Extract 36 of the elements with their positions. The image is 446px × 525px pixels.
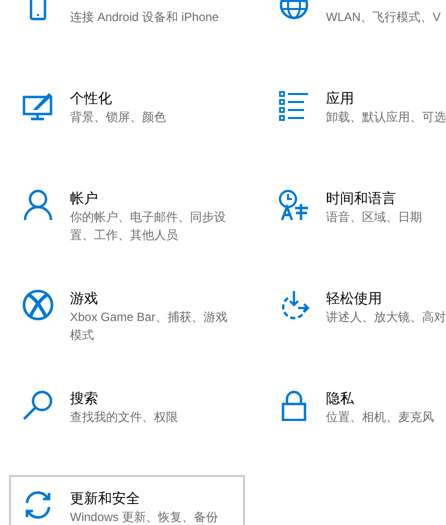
category-tile[interactable]: WLAN、飞行模式、V (265, 0, 446, 63)
category-tile[interactable]: 搜索 查找我的文件、权限 (9, 375, 245, 463)
category-tile[interactable]: 应用 卸载、默认应用、可选 (265, 75, 446, 163)
xbox-icon (22, 289, 54, 321)
list-icon (278, 89, 310, 121)
category-title: 搜索 (70, 389, 99, 408)
category-description: Xbox Game Bar、捕获、游戏模式 (70, 309, 228, 344)
category-description: 语音、区域、日期 (326, 209, 423, 226)
person-icon (22, 189, 54, 221)
category-tile[interactable]: 时间和语言 语音、区域、日期 (265, 175, 446, 263)
clock-icon (278, 189, 310, 221)
category-description: 讲述人、放大镜、高对 (326, 309, 446, 326)
category-description: Windows 更新、恢复、备份 (70, 509, 220, 525)
category-description: 查找我的文件、权限 (70, 409, 179, 426)
category-tile[interactable]: 游戏 Xbox Game Bar、捕获、游戏模式 (9, 275, 245, 363)
category-description: 连接 Android 设备和 iPhone (70, 9, 220, 26)
category-tile[interactable]: 连接 Android 设备和 iPhone (9, 0, 245, 63)
category-title: 游戏 (70, 289, 99, 308)
category-tile[interactable]: 个性化 背景、锁屏、颜色 (9, 75, 245, 163)
category-title: 时间和语言 (326, 189, 397, 208)
category-tile[interactable]: 更新和安全 Windows 更新、恢复、备份 (9, 475, 245, 525)
search-icon (22, 389, 54, 421)
category-tile[interactable]: 轻松使用 讲述人、放大镜、高对 (265, 275, 446, 363)
category-title: 轻松使用 (326, 289, 383, 308)
category-description: 位置、相机、麦克风 (326, 409, 435, 426)
category-title: 更新和安全 (70, 489, 141, 508)
category-title: 应用 (326, 89, 355, 108)
category-description: 卸载、默认应用、可选 (326, 109, 446, 126)
category-title: 帐户 (70, 189, 99, 208)
category-title: 个性化 (70, 89, 113, 108)
category-description: 背景、锁屏、颜色 (70, 109, 167, 126)
category-title: 隐私 (326, 389, 355, 408)
category-description: 你的帐户、电子邮件、同步设置、工作、其他人员 (70, 209, 227, 244)
category-tile[interactable]: 帐户 你的帐户、电子邮件、同步设置、工作、其他人员 (9, 175, 245, 263)
category-tile[interactable]: 隐私 位置、相机、麦克风 (265, 375, 446, 463)
category-description: WLAN、飞行模式、V (326, 9, 442, 26)
